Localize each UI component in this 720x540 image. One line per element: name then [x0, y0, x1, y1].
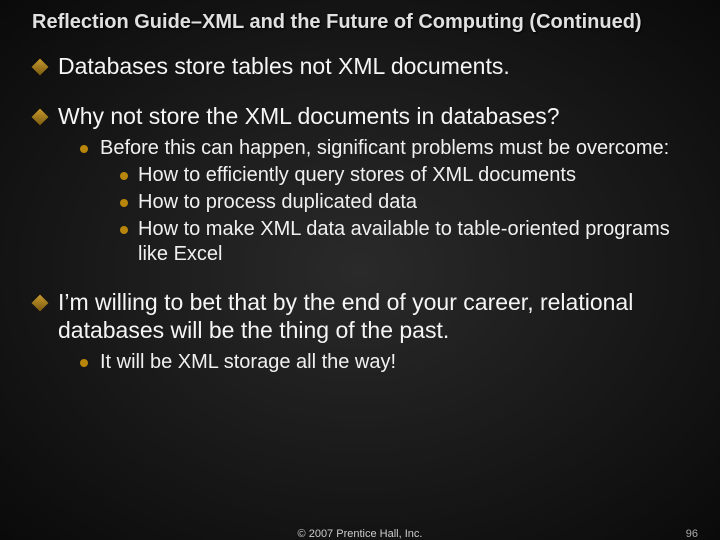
subsub-text: How to make XML data available to table-…	[138, 218, 670, 265]
slide-title: Reflection Guide–XML and the Future of C…	[32, 10, 700, 35]
bullet-list: Databases store tables not XML documents…	[20, 53, 700, 375]
dot-icon	[80, 359, 88, 367]
bullet-text: I’m willing to bet that by the end of yo…	[58, 289, 633, 343]
subsub-item: How to efficiently query stores of XML d…	[118, 163, 700, 188]
sub-text: Before this can happen, significant prob…	[100, 137, 669, 159]
sub-item: It will be XML storage all the way!	[78, 350, 700, 375]
bullet-text: Databases store tables not XML documents…	[58, 53, 510, 79]
diamond-icon	[32, 108, 49, 125]
bullet-item: Why not store the XML documents in datab…	[30, 103, 700, 268]
diamond-icon	[32, 59, 49, 76]
subsub-list: How to efficiently query stores of XML d…	[100, 163, 700, 267]
bullet-text: Why not store the XML documents in datab…	[58, 103, 560, 129]
copyright-text: © 2007 Prentice Hall, Inc.	[0, 528, 720, 540]
diamond-icon	[32, 295, 49, 312]
dot-icon	[120, 199, 128, 207]
subsub-text: How to process duplicated data	[138, 191, 417, 213]
subsub-item: How to make XML data available to table-…	[118, 217, 700, 267]
sub-list: Before this can happen, significant prob…	[58, 136, 700, 267]
dot-icon	[80, 145, 88, 153]
dot-icon	[120, 226, 128, 234]
subsub-text: How to efficiently query stores of XML d…	[138, 164, 576, 186]
bullet-item: I’m willing to bet that by the end of yo…	[30, 289, 700, 375]
bullet-item: Databases store tables not XML documents…	[30, 53, 700, 81]
sub-item: Before this can happen, significant prob…	[78, 136, 700, 267]
subsub-item: How to process duplicated data	[118, 190, 700, 215]
page-number: 96	[686, 528, 698, 540]
sub-list: It will be XML storage all the way!	[58, 350, 700, 375]
dot-icon	[120, 172, 128, 180]
sub-text: It will be XML storage all the way!	[100, 351, 396, 373]
slide: Reflection Guide–XML and the Future of C…	[0, 0, 720, 540]
